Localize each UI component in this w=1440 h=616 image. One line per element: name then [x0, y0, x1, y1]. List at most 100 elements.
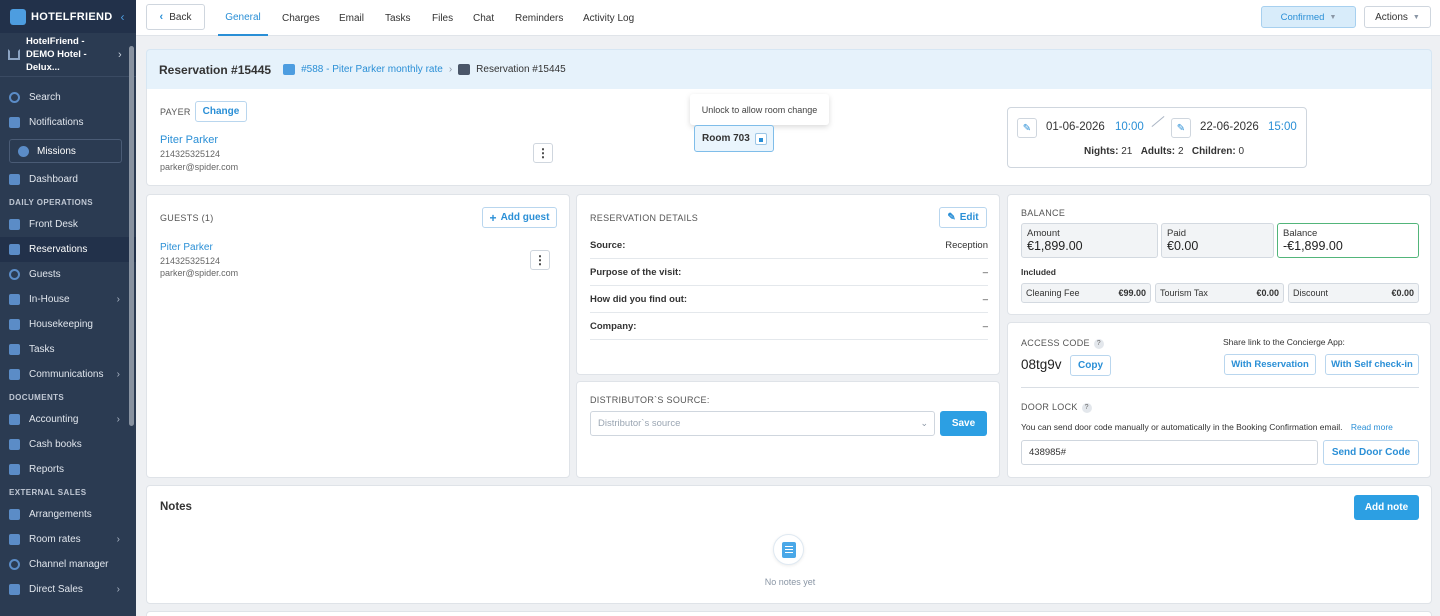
hotel-name: HotelFriend - DEMO Hotel - Delux... [26, 36, 87, 73]
tab-files[interactable]: Files [432, 0, 453, 36]
paid-box: Paid €0.00 [1161, 223, 1274, 258]
guest-more-icon[interactable]: ⋮ [530, 250, 550, 270]
sidebar-logo[interactable]: HOTELFRIEND ‹ [0, 0, 136, 33]
plus-icon: + [489, 210, 497, 225]
door-lock-text: You can send door code manually or autom… [1021, 422, 1343, 432]
reservation-header: Reservation #15445 #588 - Piter Parker m… [146, 49, 1432, 89]
chat-icon [9, 369, 20, 380]
home-icon [8, 49, 20, 60]
send-door-code-button[interactable]: Send Door Code [1323, 440, 1419, 465]
included-key: Discount [1293, 288, 1329, 298]
share-with-self-checkin-button[interactable]: With Self check-in [1325, 354, 1419, 375]
missions-button[interactable]: Missions [9, 139, 122, 163]
sidebar-item-guests[interactable]: Guests [0, 262, 136, 287]
guest-name[interactable]: Piter Parker [160, 242, 213, 253]
stay-stats: Nights: 21 Adults: 2 Children: 0 [1084, 146, 1244, 157]
sidebar-scrollbar[interactable] [129, 46, 134, 426]
room-rates-icon [9, 534, 20, 545]
hotel-switcher[interactable]: HotelFriend - DEMO Hotel - Delux... › [0, 33, 136, 77]
sidebar-item-communications[interactable]: Communications › [0, 362, 136, 387]
tab-reminders[interactable]: Reminders [515, 0, 563, 36]
room-chip[interactable]: Room 703 [694, 125, 774, 152]
tab-tasks[interactable]: Tasks [385, 0, 411, 36]
detail-value: – [982, 266, 988, 278]
sidebar-item-reservations[interactable]: Reservations [0, 237, 136, 262]
distributor-panel: DISTRIBUTOR`S SOURCE: Distributor`s sour… [576, 381, 1000, 478]
sidebar-item-arrangements[interactable]: Arrangements [0, 502, 136, 527]
tab-charges[interactable]: Charges [282, 0, 320, 36]
save-distributor-button[interactable]: Save [940, 411, 987, 436]
sidebar-item-front-desk[interactable]: Front Desk [0, 212, 136, 237]
payer-label: PAYER [160, 107, 191, 117]
help-icon[interactable]: ? [1093, 338, 1104, 349]
departure-time: 15:00 [1268, 121, 1297, 133]
detail-row-source: Source: Reception [590, 232, 988, 259]
breadcrumb-current: Reservation #15445 [476, 64, 566, 75]
sidebar-item-label: Housekeeping [29, 319, 93, 330]
distributor-source-select[interactable]: Distributor`s source ⌄ [590, 411, 935, 436]
chevron-down-icon: ▼ [1412, 13, 1420, 21]
add-guest-label: Add guest [500, 212, 550, 223]
sidebar-item-accounting[interactable]: Accounting › [0, 407, 136, 432]
rate-link[interactable]: #588 - Piter Parker monthly rate [301, 64, 443, 75]
section-daily-operations: DAILY OPERATIONS [9, 197, 94, 207]
lock-icon[interactable] [754, 132, 767, 145]
search-icon [9, 92, 20, 103]
payer-phone: 214325325124 [160, 149, 221, 159]
back-button[interactable]: ‹ Back [146, 4, 205, 30]
access-code-label-wrap: ACCESS CODE? [1021, 338, 1104, 349]
edit-arrival-pencil-icon[interactable]: ✎ [1017, 118, 1037, 138]
tab-activity-log[interactable]: Activity Log [583, 0, 634, 36]
tab-general[interactable]: General [218, 0, 268, 36]
date-separator [1151, 115, 1165, 128]
share-with-reservation-button[interactable]: With Reservation [1224, 354, 1316, 375]
detail-row-found-out: How did you find out: – [590, 286, 988, 313]
tab-email[interactable]: Email [339, 0, 364, 36]
included-value: €0.00 [1391, 288, 1414, 298]
read-more-link[interactable]: Read more [1351, 422, 1393, 432]
sidebar-item-label: Guests [29, 269, 61, 280]
included-value: €0.00 [1256, 288, 1279, 298]
sidebar-item-in-house[interactable]: In-House › [0, 287, 136, 312]
sidebar-item-cash-books[interactable]: Cash books [0, 432, 136, 457]
payer-more-icon[interactable]: ⋮ [533, 143, 553, 163]
collapse-sidebar-icon[interactable]: ‹ [121, 10, 125, 24]
arrival-date: 01-06-2026 [1046, 121, 1105, 133]
sidebar-item-dashboard[interactable]: Dashboard [0, 167, 136, 192]
status-label: Confirmed [1280, 11, 1325, 23]
payer-name[interactable]: Piter Parker [160, 134, 218, 146]
change-payer-button[interactable]: Change [195, 101, 247, 122]
chevron-left-icon: ‹ [159, 11, 164, 23]
in-house-icon [9, 294, 20, 305]
chevron-down-icon: ⌄ [920, 418, 928, 428]
status-dropdown[interactable]: Confirmed ▼ [1261, 6, 1356, 28]
sidebar-item-reports[interactable]: Reports [0, 457, 136, 482]
adults-value: 2 [1177, 146, 1184, 157]
guests-label: GUESTS (1) [160, 213, 214, 223]
sidebar-item-direct-sales[interactable]: Direct Sales › [0, 577, 136, 602]
detail-key: Purpose of the visit: [590, 266, 682, 278]
copy-code-button[interactable]: Copy [1070, 355, 1111, 376]
door-code-input[interactable]: 438985# [1021, 440, 1318, 465]
help-icon[interactable]: ? [1081, 402, 1092, 413]
detail-value: – [982, 320, 988, 332]
payer-email: parker@spider.com [160, 162, 239, 172]
edit-label: Edit [959, 212, 979, 223]
sidebar-item-tasks[interactable]: Tasks [0, 337, 136, 362]
sidebar-item-housekeeping[interactable]: Housekeeping [0, 312, 136, 337]
edit-details-button[interactable]: ✎ Edit [939, 207, 987, 228]
edit-departure-pencil-icon[interactable]: ✎ [1171, 118, 1191, 138]
actions-dropdown[interactable]: Actions ▼ [1364, 6, 1431, 28]
add-guest-button[interactable]: + Add guest [482, 207, 557, 228]
add-note-button[interactable]: Add note [1354, 495, 1419, 520]
sidebar-item-room-rates[interactable]: Room rates › [0, 527, 136, 552]
sidebar-item-search[interactable]: Search [0, 85, 136, 110]
children-value: 0 [1238, 146, 1245, 157]
sidebar-item-channel-manager[interactable]: Channel manager [0, 552, 136, 577]
balance-box: Balance -€1,899.00 [1277, 223, 1419, 258]
next-panel-edge [146, 611, 1432, 616]
tab-chat[interactable]: Chat [473, 0, 494, 36]
sidebar-item-notifications[interactable]: Notifications [0, 110, 136, 135]
sidebar-item-label: Front Desk [29, 219, 78, 230]
detail-key: How did you find out: [590, 293, 688, 305]
